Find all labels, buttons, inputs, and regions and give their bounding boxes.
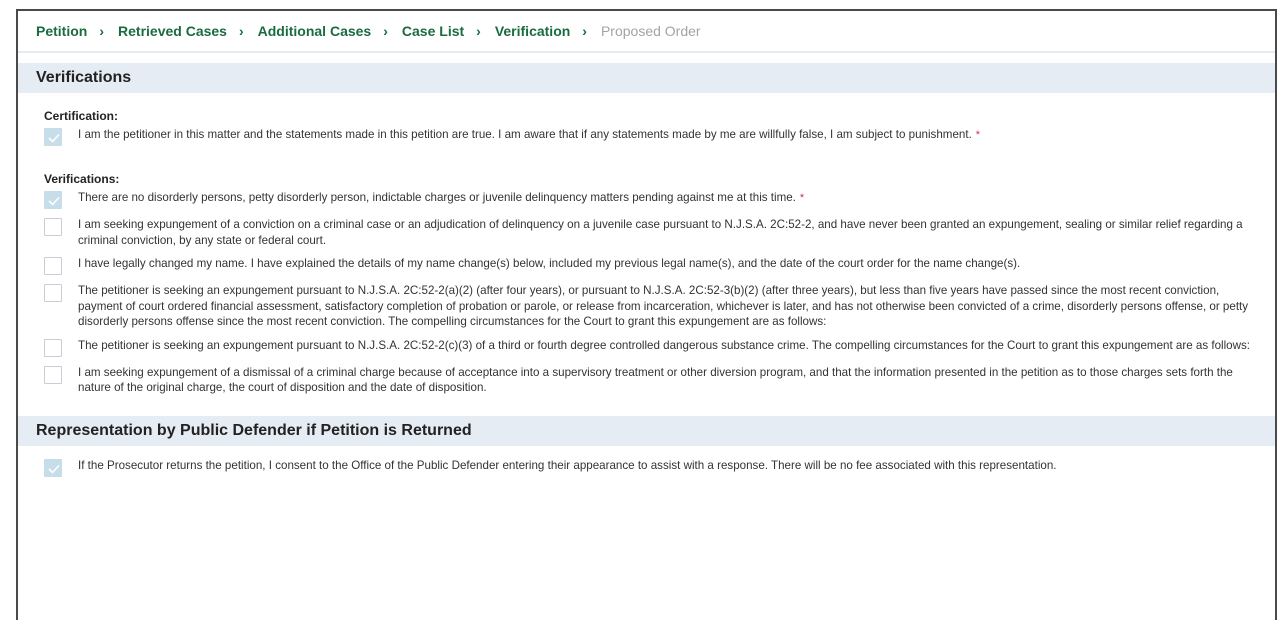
breadcrumb-label: Case List — [401, 23, 465, 39]
breadcrumb-label: Petition — [36, 23, 88, 39]
checkbox-row: The petitioner is seeking an expungement… — [44, 283, 1255, 330]
breadcrumb-case-list[interactable]: Case List › — [402, 23, 495, 39]
checkbox-label-text: There are no disorderly persons, petty d… — [78, 191, 796, 204]
checkbox-row: I am seeking expungement of a conviction… — [44, 217, 1255, 248]
chevron-right-icon: › — [383, 23, 388, 39]
checkmark-icon — [48, 464, 60, 474]
checkbox-label: I have legally changed my name. I have e… — [78, 256, 1020, 272]
checkbox-row: There are no disorderly persons, petty d… — [44, 190, 1255, 209]
checkbox-row: I am seeking expungement of a dismissal … — [44, 365, 1255, 396]
chevron-right-icon: › — [238, 23, 244, 39]
checkbox-label-text: The petitioner is seeking an expungement… — [78, 338, 1251, 352]
checkbox-row: I am the petitioner in this matter and t… — [44, 127, 1255, 146]
checkbox-label: The petitioner is seeking an expungement… — [78, 338, 1250, 354]
petition-form-frame: Petition › Retrieved Cases › Additional … — [16, 9, 1277, 620]
chevron-right-icon: › — [476, 23, 481, 39]
checkbox-label: The petitioner is seeking an expungement… — [78, 283, 1255, 330]
checkbox[interactable] — [44, 365, 62, 384]
breadcrumb-retrieved-cases[interactable]: Retrieved Cases › — [118, 23, 258, 39]
checkbox-label: I am seeking expungement of a conviction… — [78, 217, 1255, 248]
certification-label: Certification: — [44, 109, 119, 123]
checkbox-label: I am the petitioner in this matter and t… — [78, 127, 980, 144]
verifications-label: Verifications: — [44, 172, 120, 186]
checkbox-label-text: If the Prosecutor returns the petition, … — [78, 458, 1057, 472]
chevron-right-icon: › — [99, 23, 105, 39]
checkbox[interactable] — [44, 284, 62, 302]
verifications-list: There are no disorderly persons, petty d… — [44, 190, 1255, 396]
breadcrumb-additional-cases[interactable]: Additional Cases › — [258, 23, 402, 39]
breadcrumb-verification[interactable]: Verification › — [495, 23, 601, 39]
breadcrumb-label: Proposed Order — [600, 23, 701, 39]
checkbox-label-text: I am the petitioner in this matter and t… — [78, 128, 972, 141]
representation-section-title: Representation by Public Defender if Pet… — [18, 415, 1275, 446]
representation-list: If the Prosecutor returns the petition, … — [44, 458, 1255, 477]
chevron-right-icon: › — [582, 23, 587, 39]
representation-section-body: If the Prosecutor returns the petition, … — [18, 446, 1275, 477]
required-marker: * — [975, 129, 981, 141]
checkbox-label: I am seeking expungement of a dismissal … — [78, 365, 1255, 396]
checkbox-label-text: I am seeking expungement of a dismissal … — [78, 365, 1233, 395]
checkbox-label-text: I am seeking expungement of a conviction… — [78, 218, 1243, 247]
breadcrumb-label: Retrieved Cases — [118, 23, 227, 39]
breadcrumb-label: Verification — [494, 23, 571, 39]
checkbox-row: If the Prosecutor returns the petition, … — [44, 458, 1255, 477]
checkbox[interactable] — [44, 458, 62, 477]
checkbox[interactable] — [44, 257, 62, 275]
checkbox-label-text: I have legally changed my name. I have e… — [78, 257, 1021, 270]
checkbox[interactable] — [44, 128, 62, 146]
checkbox-label: There are no disorderly persons, petty d… — [78, 190, 804, 207]
breadcrumb-proposed-order: Proposed Order — [601, 23, 701, 39]
breadcrumb: Petition › Retrieved Cases › Additional … — [18, 11, 1275, 53]
certification-list: I am the petitioner in this matter and t… — [44, 127, 1255, 146]
checkbox-label-text: The petitioner is seeking an expungement… — [78, 284, 1249, 328]
required-marker: * — [799, 192, 805, 204]
checkmark-icon — [48, 133, 60, 143]
checkbox-label: If the Prosecutor returns the petition, … — [78, 458, 1057, 474]
breadcrumb-petition[interactable]: Petition › — [36, 23, 118, 39]
checkbox[interactable] — [44, 338, 62, 357]
breadcrumb-label: Additional Cases — [257, 23, 372, 39]
checkbox[interactable] — [44, 218, 62, 236]
checkbox[interactable] — [44, 191, 62, 209]
verifications-section-title: Verifications — [18, 63, 1275, 93]
checkbox-row: The petitioner is seeking an expungement… — [44, 338, 1255, 357]
checkmark-icon — [48, 196, 60, 206]
verifications-section-body: Certification: I am the petitioner in th… — [18, 93, 1275, 396]
checkbox-row: I have legally changed my name. I have e… — [44, 256, 1255, 275]
